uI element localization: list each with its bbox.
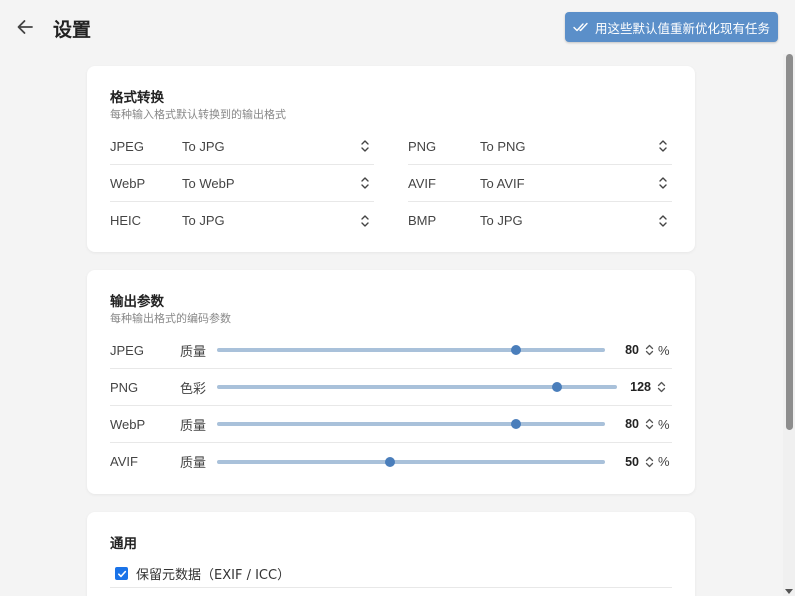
back-button[interactable]: [12, 14, 38, 40]
format-input-label: JPEG: [110, 138, 144, 154]
chevron-updown-icon: [659, 214, 667, 227]
format-input-label: WebP: [110, 175, 146, 191]
param-row: AVIF 质量 50 %: [110, 443, 672, 480]
format-output-select[interactable]: To AVIF: [480, 176, 672, 191]
slider-track: [217, 459, 605, 464]
value-stepper[interactable]: 128: [617, 380, 666, 394]
format-output-value: To AVIF: [480, 175, 525, 191]
format-row: WebP To WebP: [110, 165, 374, 202]
param-kind-label: 质量: [180, 344, 207, 360]
format-output-select[interactable]: To JPG: [182, 139, 374, 154]
general-card: 通用 保留元数据（EXIF / ICC）: [87, 512, 695, 596]
format-conversion-title: 格式转换: [110, 90, 164, 106]
stepper-arrows-icon[interactable]: [645, 417, 654, 431]
chevron-updown-icon: [361, 214, 369, 227]
keep-metadata-checkbox[interactable]: [115, 567, 128, 580]
output-params-title: 输出参数: [110, 294, 164, 310]
scroll-down-arrow-icon[interactable]: [785, 589, 793, 594]
format-output-select[interactable]: To WebP: [182, 176, 374, 191]
slider-track: [217, 422, 605, 426]
output-params-card: 输出参数 每种输出格式的编码参数 JPEG 质量 80 % PNG 色彩 128…: [87, 270, 695, 494]
format-output-value: To WebP: [182, 175, 235, 191]
param-format-label: PNG: [110, 379, 139, 395]
param-unit: %: [658, 416, 670, 432]
quality-slider[interactable]: [217, 455, 605, 469]
quality-slider[interactable]: [217, 343, 605, 357]
format-output-value: To JPG: [480, 213, 523, 228]
param-row: PNG 色彩 128: [110, 369, 672, 406]
keep-metadata-label: 保留元数据（EXIF / ICC）: [136, 568, 291, 583]
output-params-subtitle: 每种输出格式的编码参数: [110, 312, 231, 325]
param-value: 128: [630, 380, 651, 394]
param-row: JPEG 质量 80 %: [110, 332, 672, 369]
param-format-label: WebP: [110, 416, 146, 432]
param-kind-label: 质量: [180, 456, 207, 471]
slider-thumb[interactable]: [552, 382, 562, 392]
param-value: 80: [625, 343, 639, 357]
param-unit: %: [658, 454, 670, 469]
param-row: WebP 质量 80 %: [110, 406, 672, 443]
reoptimize-label: 用这些默认值重新优化现有任务: [594, 20, 770, 36]
page-header: 设置 用这些默认值重新优化现有任务: [0, 0, 783, 54]
format-row: HEIC To JPG: [110, 202, 374, 239]
format-output-value: To JPG: [182, 213, 225, 228]
quality-slider[interactable]: [217, 417, 605, 431]
color-slider[interactable]: [217, 380, 617, 394]
format-conversion-subtitle: 每种输入格式默认转换到的输出格式: [110, 108, 286, 121]
slider-thumb[interactable]: [384, 456, 395, 467]
format-row: BMP To JPG: [408, 202, 672, 239]
format-output-value: To PNG: [480, 138, 526, 154]
param-unit: %: [658, 342, 670, 358]
format-input-label: HEIC: [110, 213, 142, 228]
stepper-arrows-icon[interactable]: [657, 380, 666, 394]
double-check-icon: [573, 22, 588, 32]
value-stepper[interactable]: 50: [605, 455, 654, 469]
format-row: AVIF To AVIF: [408, 165, 672, 202]
format-output-select[interactable]: To PNG: [480, 139, 672, 154]
scroll-thumb[interactable]: [786, 54, 793, 430]
param-format-label: JPEG: [110, 342, 144, 358]
stepper-arrows-icon[interactable]: [645, 343, 654, 357]
chevron-updown-icon: [659, 140, 667, 152]
param-kind-label: 质量: [180, 418, 207, 434]
format-row: PNG To PNG: [408, 128, 672, 165]
param-value: 50: [625, 454, 639, 469]
format-conversion-card: 格式转换 每种输入格式默认转换到的输出格式 JPEG To JPG PNG To…: [87, 66, 695, 252]
format-input-label: BMP: [408, 213, 437, 228]
format-input-label: PNG: [408, 138, 437, 154]
param-kind-label: 色彩: [180, 381, 207, 397]
param-format-label: AVIF: [110, 454, 138, 469]
param-value: 80: [625, 417, 639, 431]
page-title: 设置: [53, 19, 92, 41]
stepper-arrows-icon[interactable]: [645, 455, 654, 469]
format-input-label: AVIF: [408, 175, 436, 191]
slider-thumb[interactable]: [510, 419, 521, 429]
chevron-updown-icon: [361, 177, 369, 189]
format-output-select[interactable]: To JPG: [480, 213, 672, 228]
reoptimize-button[interactable]: 用这些默认值重新优化现有任务: [565, 12, 778, 42]
slider-thumb[interactable]: [510, 345, 521, 355]
general-title: 通用: [110, 536, 137, 552]
slider-track: [217, 348, 605, 352]
format-output-select[interactable]: To JPG: [182, 213, 374, 228]
value-stepper[interactable]: 80: [605, 417, 654, 431]
arrow-left-icon: [17, 20, 33, 34]
format-row: JPEG To JPG: [110, 128, 374, 165]
chevron-updown-icon: [659, 177, 667, 189]
format-output-value: To JPG: [182, 138, 225, 154]
keep-metadata-option[interactable]: 保留元数据（EXIF / ICC）: [110, 560, 672, 588]
checkmark-icon: [117, 570, 126, 577]
scrollbar[interactable]: [783, 54, 795, 596]
chevron-updown-icon: [361, 140, 369, 152]
value-stepper[interactable]: 80: [605, 343, 654, 357]
